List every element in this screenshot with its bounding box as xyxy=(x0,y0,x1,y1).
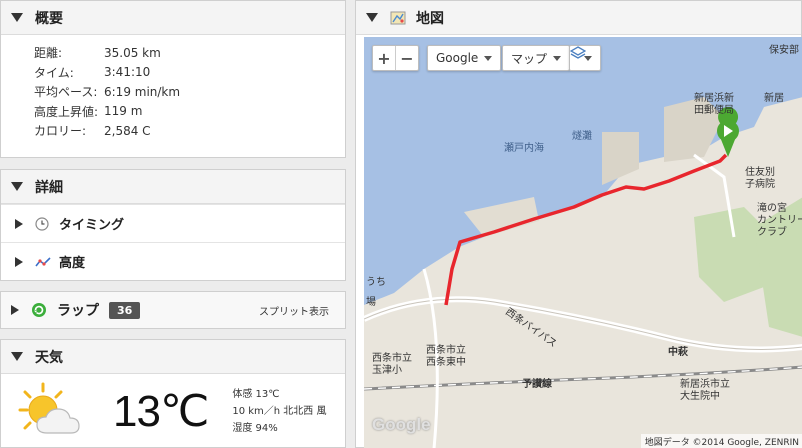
feels-like: 体感 13℃ xyxy=(232,388,280,400)
zoom-control: + − xyxy=(372,45,419,71)
details-item-timing[interactable]: タイミング xyxy=(1,204,345,242)
chevron-down-icon xyxy=(484,55,493,61)
details-panel: 詳細 タイミング 高度 xyxy=(0,169,346,281)
stat-value: 35.05 km xyxy=(104,45,161,60)
stat-label: カロリー: xyxy=(34,124,87,139)
map-canvas[interactable]: + − Google マップ 瀬戸内海 燧灘 新居浜新 田郵便局 新居 保安部 … xyxy=(364,37,802,448)
laps-title: ラップ xyxy=(57,303,99,319)
provider-label: Google xyxy=(436,51,479,65)
laps-panel: ラップ 36 スプリット表示 xyxy=(0,291,346,329)
stat-label: 距離: xyxy=(34,46,63,61)
map-attribution: 地図データ ©2014 Google, ZENRIN xyxy=(640,434,802,448)
collapse-triangle-icon[interactable] xyxy=(11,13,23,22)
map-label-ba: 場 xyxy=(366,297,376,308)
map-title: 地図 xyxy=(416,10,444,27)
wind: 10 km／h 北北西 風 xyxy=(232,405,327,417)
port-pier xyxy=(602,132,639,185)
lap-count-badge: 36 xyxy=(109,301,141,319)
map-label-top-right: 新居 xyxy=(764,93,784,104)
stat-value: 119 m xyxy=(104,104,143,119)
details-item-elevation[interactable]: 高度 xyxy=(1,242,345,280)
weather-body: 13℃ 体感 13℃ 10 km／h 北北西 風 湿度 94% xyxy=(1,374,345,448)
collapse-triangle-icon[interactable] xyxy=(11,182,23,191)
rail-line xyxy=(364,365,802,391)
map-label-nishijo-east: 西条東中 xyxy=(426,357,466,368)
map-icon xyxy=(390,10,406,26)
map-label-yosan: 予讃線 xyxy=(522,379,552,390)
collapse-triangle-icon[interactable] xyxy=(11,352,23,361)
map-label-post-office: 田郵便局 xyxy=(694,105,734,116)
provider-dropdown[interactable]: Google xyxy=(427,45,502,71)
map-type-dropdown[interactable]: マップ xyxy=(502,45,571,71)
map-label-daisei: 大生院中 xyxy=(680,391,720,402)
details-header[interactable]: 詳細 xyxy=(1,170,345,204)
weather-header[interactable]: 天気 xyxy=(1,340,345,374)
weather-details: 体感 13℃ 10 km／h 北北西 風 湿度 94% xyxy=(232,386,326,437)
map-label-uchi: うち xyxy=(366,277,386,288)
details-item-label: 高度 xyxy=(59,256,86,271)
details-title: 詳細 xyxy=(35,179,63,196)
layers-dropdown[interactable] xyxy=(569,45,601,71)
stat-label: 高度上昇値: xyxy=(34,104,99,119)
partly-cloudy-icon xyxy=(17,381,87,441)
chevron-down-icon xyxy=(553,55,562,61)
stat-value: 3:41:10 xyxy=(104,65,151,80)
map-header[interactable]: 地図 xyxy=(356,1,801,35)
summary-panel: 概要 距離: 35.05 km タイム: 3:41:10 平均ペース: 6:19… xyxy=(0,0,346,158)
stat-row-elevation: 高度上昇値: 119 m xyxy=(34,102,345,122)
stat-row-calories: カロリー: 2,584 C xyxy=(34,121,345,141)
details-item-label: タイミング xyxy=(59,218,125,233)
clock-icon xyxy=(35,216,49,231)
expand-triangle-icon[interactable] xyxy=(15,218,23,229)
expand-triangle-icon[interactable] xyxy=(11,305,19,315)
map-label-nada: 燧灘 xyxy=(572,131,592,142)
temperature: 13℃ xyxy=(113,386,209,436)
map-label-nakahagi: 中萩 xyxy=(668,347,688,358)
stat-value: 2,584 C xyxy=(104,123,151,138)
stat-row-time: タイム: 3:41:10 xyxy=(34,63,345,83)
summary-header[interactable]: 概要 xyxy=(1,1,345,35)
stat-row-distance: 距離: 35.05 km xyxy=(34,43,345,63)
humidity: 湿度 94% xyxy=(232,422,278,434)
map-panel: 地図 + − Google マップ 瀬戸内海 燧灘 新居浜新 田郵便局 新居 保… xyxy=(355,0,802,448)
laps-header[interactable]: ラップ 36 スプリット表示 xyxy=(1,292,345,328)
stat-value: 6:19 min/km xyxy=(104,84,181,99)
zoom-out-button[interactable]: − xyxy=(396,46,418,70)
map-label-hoan: 保安部 xyxy=(769,45,799,56)
summary-stats: 距離: 35.05 km タイム: 3:41:10 平均ペース: 6:19 mi… xyxy=(1,35,345,141)
split-view-link[interactable]: スプリット表示 xyxy=(259,303,329,318)
google-logo: Google xyxy=(372,415,431,434)
stat-row-pace: 平均ペース: 6:19 min/km xyxy=(34,82,345,102)
stat-label: タイム: xyxy=(34,65,74,80)
weather-title: 天気 xyxy=(35,349,63,366)
map-drawing xyxy=(364,37,802,448)
elevation-icon xyxy=(35,255,51,269)
collapse-triangle-icon[interactable] xyxy=(366,13,378,22)
map-label-takinomiya: クラブ xyxy=(757,227,787,238)
lap-icon xyxy=(31,302,47,318)
weather-panel: 天気 13℃ 体感 13℃ 10 km／h 北北西 風 湿度 94% xyxy=(0,339,346,448)
zoom-in-button[interactable]: + xyxy=(373,46,395,70)
summary-title: 概要 xyxy=(35,10,63,27)
expand-triangle-icon[interactable] xyxy=(15,256,23,267)
map-label-hospital: 子病院 xyxy=(745,179,775,190)
map-label-sea: 瀬戸内海 xyxy=(504,143,544,154)
stat-label: 平均ペース: xyxy=(34,85,98,100)
map-type-label: マップ xyxy=(511,51,548,66)
map-label-nishijo: 玉津小 xyxy=(372,365,402,376)
